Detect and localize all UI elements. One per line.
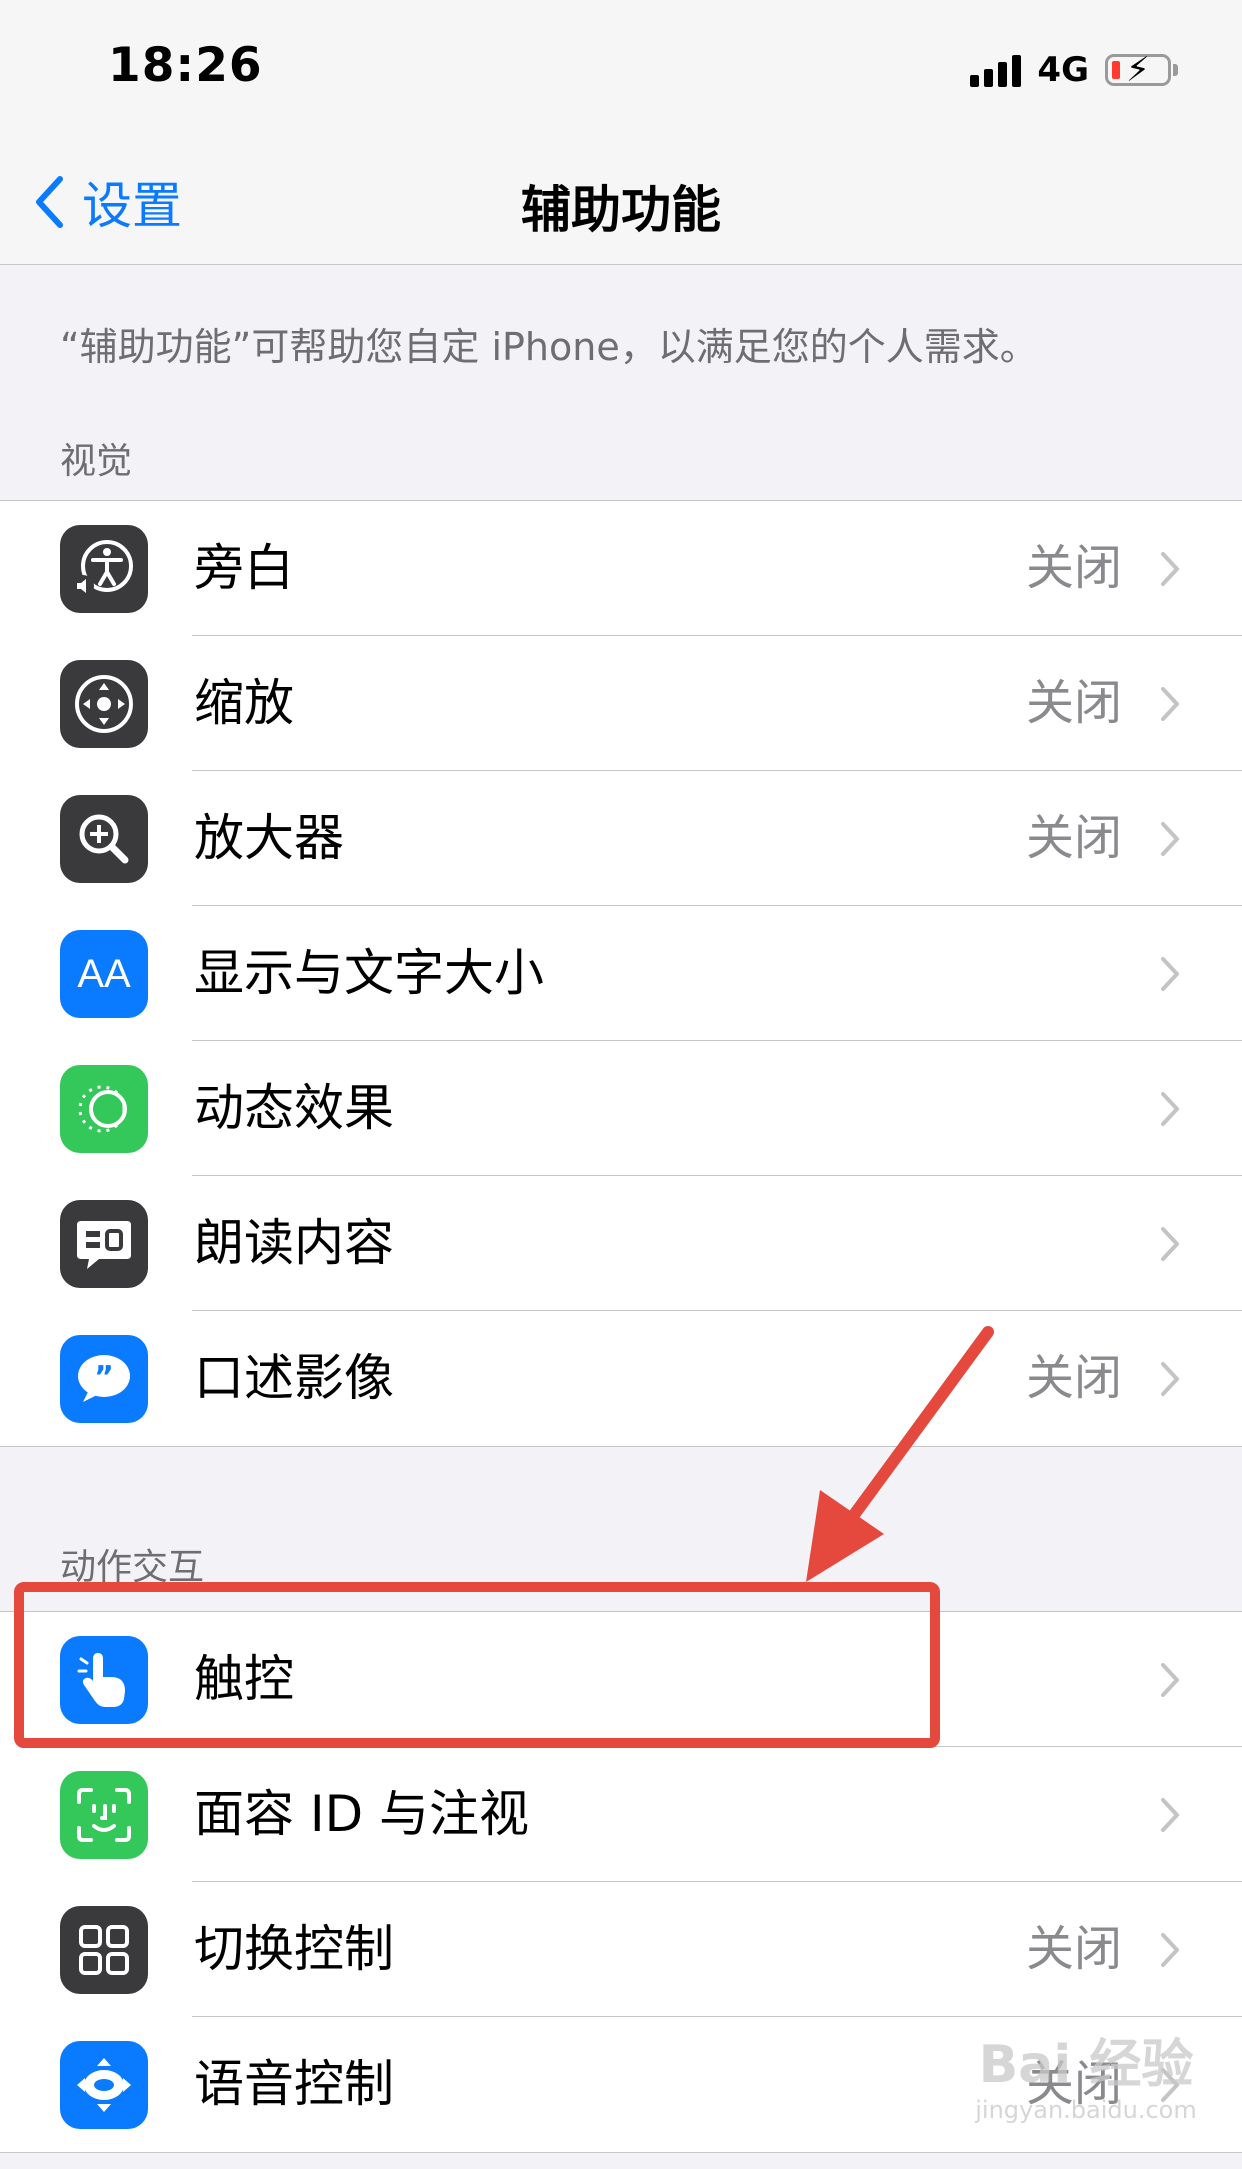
battery-tip bbox=[1173, 64, 1178, 76]
row-label: 朗读内容 bbox=[194, 1214, 394, 1272]
row-label: 切换控制 bbox=[194, 1920, 394, 1978]
chevron-right-icon bbox=[1161, 1092, 1179, 1126]
chevron-right-icon bbox=[1161, 1663, 1179, 1697]
row-label: 面容 ID 与注视 bbox=[194, 1785, 530, 1843]
chevron-right-icon bbox=[1161, 1933, 1179, 1967]
status-indicators: 4G ⚡ bbox=[970, 46, 1178, 94]
switch-control-icon bbox=[60, 1906, 148, 1994]
voice-control-icon bbox=[60, 2041, 148, 2129]
watermark-main: Bai 经验 bbox=[978, 2035, 1194, 2095]
status-time: 18:26 bbox=[108, 38, 263, 93]
row-label: 放大器 bbox=[194, 809, 344, 867]
row-switch-control[interactable]: 切换控制 关闭 bbox=[0, 1882, 1242, 2017]
text-size-icon: AA bbox=[60, 930, 148, 1018]
row-value: 关闭 bbox=[1025, 1350, 1122, 1406]
watermark-logo: Bai 经验 jingyan.baidu.com bbox=[966, 2035, 1206, 2145]
chevron-right-icon bbox=[1161, 552, 1179, 586]
cellular-signal-icon bbox=[970, 53, 1022, 87]
chevron-right-icon bbox=[1161, 957, 1179, 991]
row-value: 关闭 bbox=[1025, 1921, 1122, 1977]
face-id-icon bbox=[60, 1771, 148, 1859]
svg-text:”: ” bbox=[94, 1360, 114, 1395]
row-display-text-size[interactable]: AA 显示与文字大小 bbox=[0, 906, 1242, 1041]
row-label: 语音控制 bbox=[194, 2055, 394, 2113]
annotation-arrow-icon bbox=[806, 1326, 994, 1582]
motion-icon bbox=[60, 1065, 148, 1153]
battery-icon: ⚡ bbox=[1105, 51, 1171, 89]
row-voiceover[interactable]: 旁白 关闭 bbox=[0, 501, 1242, 636]
chevron-right-icon bbox=[1161, 822, 1179, 856]
chevron-right-icon bbox=[1161, 687, 1179, 721]
row-label: 口述影像 bbox=[194, 1349, 394, 1407]
row-value: 关闭 bbox=[1025, 675, 1122, 731]
chevron-right-icon bbox=[1161, 1227, 1179, 1261]
highlight-box bbox=[14, 1582, 940, 1748]
navigation-bar: 设置 辅助功能 bbox=[0, 130, 1242, 265]
row-motion[interactable]: 动态效果 bbox=[0, 1041, 1242, 1176]
section-header-vision: 视觉 bbox=[60, 441, 133, 482]
watermark-sub: jingyan.baidu.com bbox=[975, 2096, 1197, 2124]
row-value: 关闭 bbox=[1025, 540, 1122, 596]
voiceover-icon bbox=[60, 525, 148, 613]
row-label: 旁白 bbox=[194, 539, 294, 597]
network-type: 4G bbox=[1037, 50, 1089, 90]
vision-settings-group: 旁白 关闭 缩放 关闭 放大器 关闭 AA 显示与文字大小 动态效果 朗读内容 … bbox=[0, 500, 1242, 1447]
audio-description-icon: ” bbox=[60, 1335, 148, 1423]
row-label: 显示与文字大小 bbox=[194, 944, 544, 1002]
page-title: 辅助功能 bbox=[521, 181, 721, 239]
row-label: 动态效果 bbox=[194, 1079, 394, 1137]
status-bar: 18:26 4G ⚡ bbox=[0, 0, 1242, 130]
spoken-content-icon bbox=[60, 1200, 148, 1288]
row-magnifier[interactable]: 放大器 关闭 bbox=[0, 771, 1242, 906]
row-label: 缩放 bbox=[194, 674, 294, 732]
row-value: 关闭 bbox=[1025, 810, 1122, 866]
row-audio-descriptions[interactable]: ” 口述影像 关闭 bbox=[0, 1311, 1242, 1446]
page-description: “辅助功能”可帮助您自定 iPhone，以满足您的个人需求。 bbox=[60, 325, 1038, 369]
row-spoken-content[interactable]: 朗读内容 bbox=[0, 1176, 1242, 1311]
chevron-right-icon bbox=[1161, 1798, 1179, 1832]
magnifier-icon bbox=[60, 795, 148, 883]
chevron-right-icon bbox=[1161, 1362, 1179, 1396]
zoom-icon bbox=[60, 660, 148, 748]
row-zoom[interactable]: 缩放 关闭 bbox=[0, 636, 1242, 771]
row-face-id-attention[interactable]: 面容 ID 与注视 bbox=[0, 1747, 1242, 1882]
